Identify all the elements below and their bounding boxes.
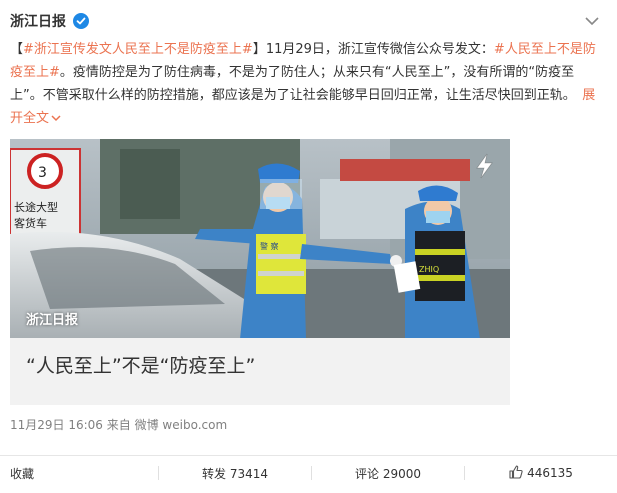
thumbs-up-icon[interactable] [509, 464, 523, 482]
action-bar: 收藏 转发 73414 评论 29000 446135 [0, 455, 617, 490]
post-meta: 11月29日 16:06 来自 微博 weibo.com [10, 416, 227, 433]
post-header: 浙江日报 [10, 10, 607, 32]
repost-button[interactable]: 转发 73414 [159, 456, 311, 490]
vest-label-left: 警 察 [260, 241, 279, 251]
like-count[interactable]: 446135 [527, 466, 573, 480]
verified-badge-icon [73, 13, 89, 29]
topic-link[interactable]: #浙江宣传发文人民至上不是防疫至上# [23, 42, 253, 57]
post-time[interactable]: 11月29日 16:06 [10, 418, 103, 432]
repost-label[interactable]: 转发 73414 [202, 465, 268, 482]
vest-label-right: ZHIQ [419, 265, 439, 274]
chevron-down-icon[interactable] [51, 107, 61, 130]
post-source[interactable]: 微博 weibo.com [135, 418, 228, 432]
post-from-label: 来自 [106, 418, 131, 432]
svg-text:3: 3 [38, 165, 47, 181]
article-image[interactable]: 3 长途大型 客货车 警 察 ZHIQ 浙江日报 [10, 139, 510, 338]
collect-label[interactable]: 收藏 [10, 465, 34, 482]
like-button[interactable]: 446135 [465, 456, 617, 490]
sign-line-1: 长途大型 [14, 200, 58, 214]
collect-button[interactable]: 收藏 [0, 456, 158, 490]
author-name[interactable]: 浙江日报 [10, 11, 66, 31]
article-card[interactable]: 3 长途大型 客货车 警 察 ZHIQ 浙江日报 “人民至上”不是“防疫至上” [10, 139, 510, 405]
image-watermark: 浙江日报 [26, 313, 79, 328]
post-body-part1: 11月29日，浙江宣传微信公众号发文： [265, 42, 494, 57]
comment-label[interactable]: 评论 29000 [355, 465, 421, 482]
bracket-close: 】 [252, 42, 266, 57]
post-body-part2: 。疫情防控是为了防住病毒，不是为了防住人；从来只有“人民至上”，没有所谓的“防疫… [10, 65, 575, 103]
article-title[interactable]: “人民至上”不是“防疫至上” [26, 351, 255, 378]
comment-button[interactable]: 评论 29000 [312, 456, 464, 490]
chevron-down-icon[interactable] [583, 12, 601, 30]
bracket-open: 【 [10, 42, 24, 57]
post-text: 【#浙江宣传发文人民至上不是防疫至上#】11月29日，浙江宣传微信公众号发文：#… [10, 38, 602, 130]
sign-line-2: 客货车 [14, 216, 47, 230]
lightning-icon [476, 153, 493, 179]
